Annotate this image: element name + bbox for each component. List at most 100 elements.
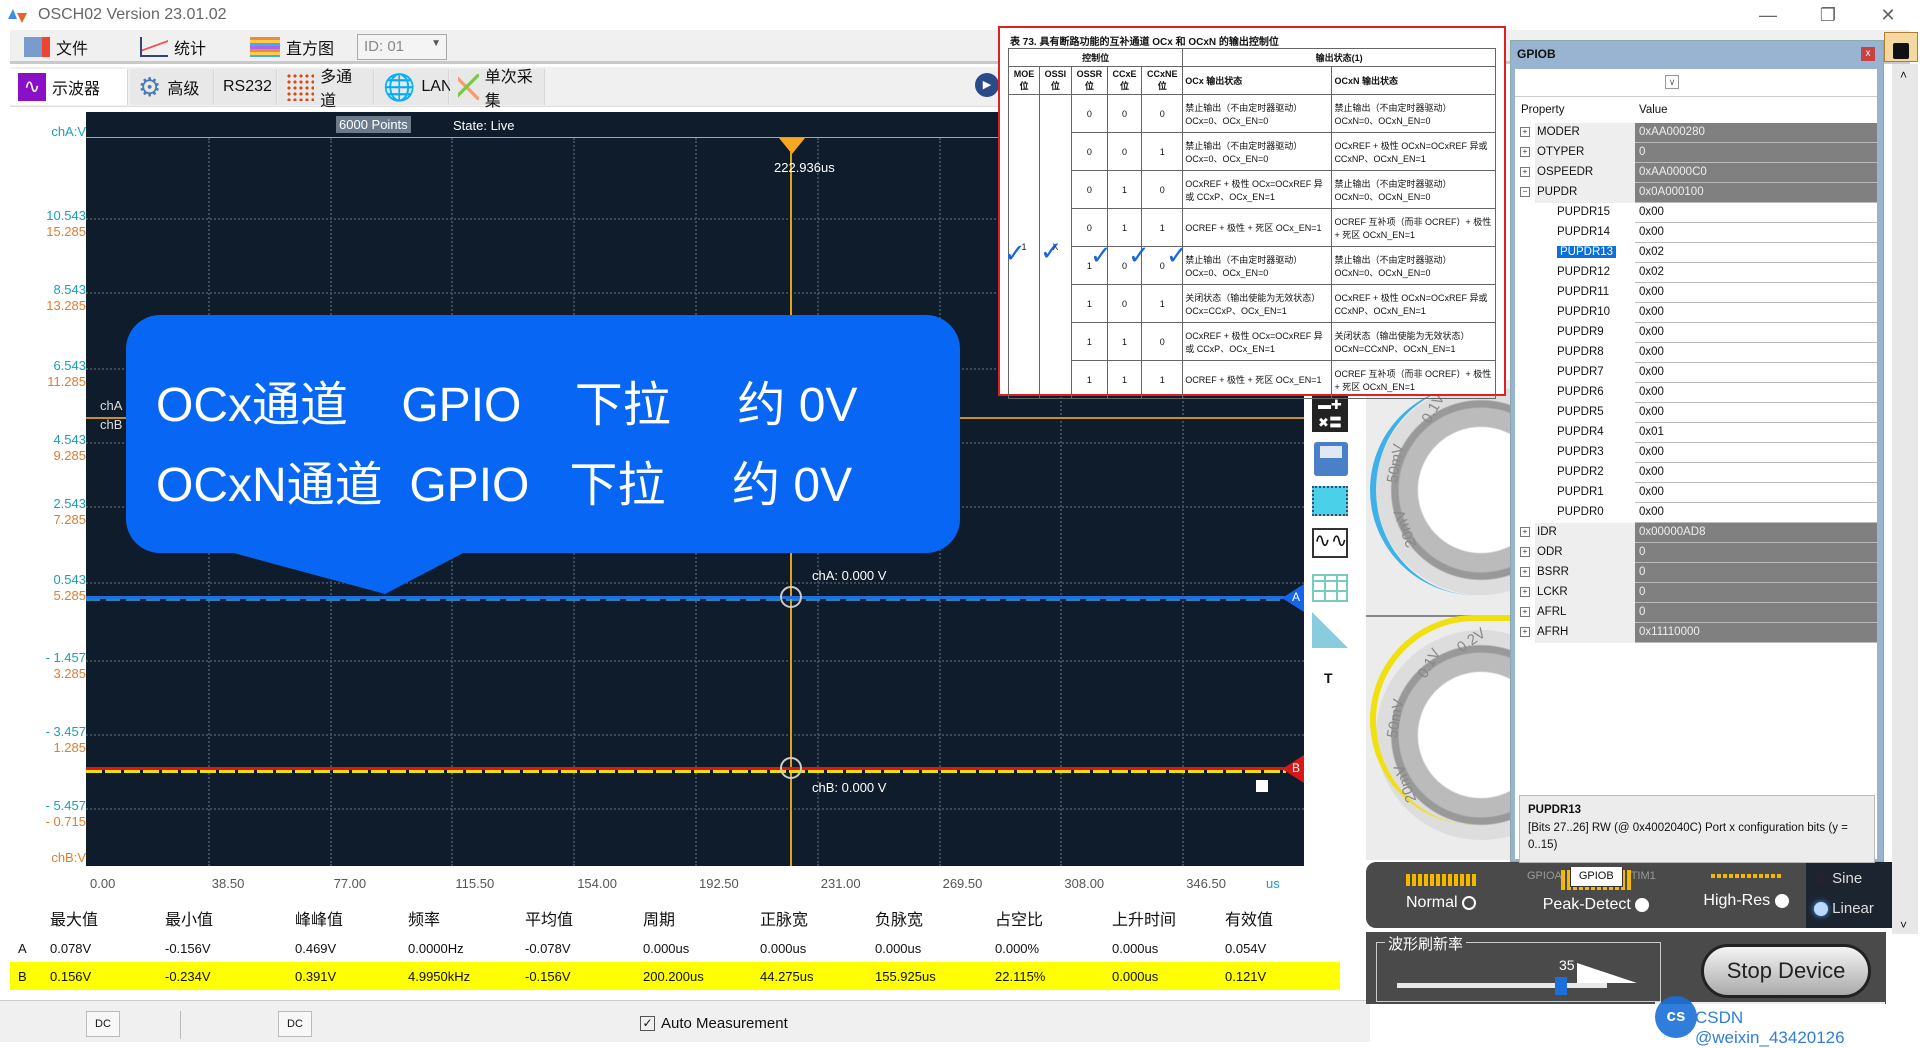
field-row-pupdr4[interactable]: PUPDR4 0x01 (1515, 423, 1877, 443)
field-row-pupdr3[interactable]: PUPDR3 0x00 (1515, 443, 1877, 463)
menu-histogram[interactable]: 直方图 (250, 35, 334, 59)
gpio-tab-gpiob[interactable]: GPIOB (1569, 867, 1623, 887)
field-row-pupdr1[interactable]: PUPDR1 0x00 (1515, 483, 1877, 503)
field-value[interactable]: 0x00 (1635, 503, 1877, 523)
interp-linear[interactable]: Linear (1814, 900, 1874, 917)
channel-b-coupling-button[interactable]: DC (278, 1011, 312, 1037)
menu-statistics[interactable]: 统计 (140, 35, 206, 59)
tab-lan[interactable]: 🌐 LAN (375, 69, 453, 105)
register-value[interactable]: 0 (1635, 583, 1877, 603)
expand-icon[interactable]: + (1520, 607, 1530, 617)
field-row-pupdr15[interactable]: PUPDR15 0x00 (1515, 203, 1877, 223)
expand-icon[interactable]: + (1520, 587, 1530, 597)
field-row-pupdr6[interactable]: PUPDR6 0x00 (1515, 383, 1877, 403)
stop-device-button[interactable]: Stop Device (1701, 944, 1871, 998)
register-value[interactable]: 0 (1635, 143, 1877, 163)
field-value[interactable]: 0x00 (1635, 303, 1877, 323)
tab-multichannel[interactable]: 多通道 (278, 69, 374, 110)
gpio-tab-gpioa[interactable]: GPIOA (1519, 867, 1570, 887)
register-row-odr[interactable]: + ODR 0 (1515, 543, 1877, 563)
field-value[interactable]: 0x02 (1635, 263, 1877, 283)
mode-peak-detect-radio[interactable] (1635, 897, 1650, 912)
register-value[interactable]: 0xAA0000C0 (1635, 163, 1877, 183)
field-row-pupdr10[interactable]: PUPDR10 0x00 (1515, 303, 1877, 323)
field-row-pupdr5[interactable]: PUPDR5 0x00 (1515, 403, 1877, 423)
device-id-select[interactable]: ID: 01 ▼ (357, 34, 447, 60)
tab-single-capture[interactable]: 单次采集 (450, 69, 545, 110)
minimize-button[interactable]: — (1745, 2, 1791, 28)
field-value[interactable]: 0x00 (1635, 443, 1877, 463)
field-row-pupdr14[interactable]: PUPDR14 0x00 (1515, 223, 1877, 243)
channel-a-coupling-button[interactable]: DC (86, 1011, 120, 1037)
field-value[interactable]: 0x00 (1635, 383, 1877, 403)
interp-linear-radio[interactable] (1814, 902, 1828, 917)
expand-icon[interactable]: + (1520, 127, 1530, 137)
tab-rs232[interactable]: RS232 (215, 69, 277, 105)
register-value[interactable]: 0x00000AD8 (1635, 523, 1877, 543)
close-button[interactable]: ✕ (1865, 2, 1911, 28)
scroll-up-icon[interactable]: ˄ (1900, 68, 1907, 82)
mode-high-res-radio[interactable] (1774, 893, 1789, 908)
field-row-pupdr8[interactable]: PUPDR8 0x00 (1515, 343, 1877, 363)
field-value[interactable]: 0x00 (1635, 483, 1877, 503)
field-row-pupdr0[interactable]: PUPDR0 0x00 (1515, 503, 1877, 523)
refresh-rate-slider-thumb[interactable] (1555, 977, 1567, 995)
auto-measurement-checkbox[interactable]: ✓ (640, 1016, 655, 1031)
register-value[interactable]: 0 (1635, 563, 1877, 583)
expand-icon[interactable]: + (1520, 167, 1530, 177)
field-value[interactable]: 0x00 (1635, 363, 1877, 383)
text-tool-label[interactable]: T (1324, 670, 1333, 686)
close-icon[interactable]: x (1861, 47, 1875, 61)
field-value[interactable]: 0x00 (1635, 463, 1877, 483)
field-value[interactable]: 0x02 (1635, 243, 1877, 263)
field-value[interactable]: 0x00 (1635, 343, 1877, 363)
trigger-position-marker[interactable] (779, 138, 805, 154)
expand-icon[interactable]: + (1520, 627, 1530, 637)
expand-icon[interactable]: + (1520, 567, 1530, 577)
scroll-down-icon[interactable]: ˅ (1900, 918, 1907, 932)
image-export-icon[interactable] (1312, 486, 1348, 516)
field-row-pupdr11[interactable]: PUPDR11 0x00 (1515, 283, 1877, 303)
register-row-otyper[interactable]: + OTYPER 0 (1515, 143, 1877, 163)
register-row-ospeedr[interactable]: + OSPEEDR 0xAA0000C0 (1515, 163, 1877, 183)
mode-normal-radio[interactable] (1462, 895, 1476, 910)
scope-corner-handle[interactable] (1256, 780, 1268, 792)
register-row-afrh[interactable]: + AFRH 0x11110000 (1515, 623, 1877, 643)
field-row-pupdr2[interactable]: PUPDR2 0x00 (1515, 463, 1877, 483)
tab-advanced[interactable]: ⚙ 高级 (130, 69, 214, 105)
field-row-pupdr12[interactable]: PUPDR12 0x02 (1515, 263, 1877, 283)
gpio-tab-tim1[interactable]: TIM1 (1623, 867, 1664, 887)
field-value[interactable]: 0x00 (1635, 203, 1877, 223)
table-grid-icon[interactable] (1312, 574, 1348, 602)
register-row-lckr[interactable]: + LCKR 0 (1515, 583, 1877, 603)
register-row-pupdr[interactable]: − PUPDR 0x0A000100 (1515, 183, 1877, 203)
field-value[interactable]: 0x00 (1635, 323, 1877, 343)
expand-icon[interactable]: + (1520, 147, 1530, 157)
refresh-rate-slider[interactable] (1397, 983, 1607, 988)
field-row-pupdr9[interactable]: PUPDR9 0x00 (1515, 323, 1877, 343)
play-icon[interactable]: ▶ (975, 73, 999, 97)
register-value[interactable]: 0xAA000280 (1635, 123, 1877, 143)
waveform-icon[interactable]: ∿∿ (1312, 528, 1348, 558)
expand-icon[interactable]: + (1520, 547, 1530, 557)
mode-normal[interactable]: Normal (1376, 874, 1506, 912)
register-row-bsrr[interactable]: + BSRR 0 (1515, 563, 1877, 583)
tab-oscilloscope[interactable]: ∿ 示波器 (10, 69, 128, 105)
register-row-idr[interactable]: + IDR 0x00000AD8 (1515, 523, 1877, 543)
auto-measurement-toggle[interactable]: ✓ Auto Measurement (640, 1015, 788, 1032)
field-value[interactable]: 0x00 (1635, 223, 1877, 243)
field-value[interactable]: 0x00 (1635, 403, 1877, 423)
register-value[interactable]: 0x11110000 (1635, 623, 1877, 643)
register-value[interactable]: 0x0A000100 (1635, 183, 1877, 203)
lock-icon[interactable] (1884, 32, 1918, 62)
register-value[interactable]: 0 (1635, 543, 1877, 563)
field-row-pupdr13[interactable]: PUPDR13 0x02 (1515, 243, 1877, 263)
register-row-afrl[interactable]: + AFRL 0 (1515, 603, 1877, 623)
register-row-moder[interactable]: + MODER 0xAA000280 (1515, 123, 1877, 143)
save-icon[interactable] (1314, 442, 1348, 476)
restore-button[interactable]: ❐ (1805, 2, 1851, 28)
chevron-down-icon[interactable]: ∨ (1665, 75, 1679, 89)
field-value[interactable]: 0x00 (1635, 283, 1877, 303)
collapse-icon[interactable]: − (1520, 187, 1530, 197)
field-row-pupdr7[interactable]: PUPDR7 0x00 (1515, 363, 1877, 383)
